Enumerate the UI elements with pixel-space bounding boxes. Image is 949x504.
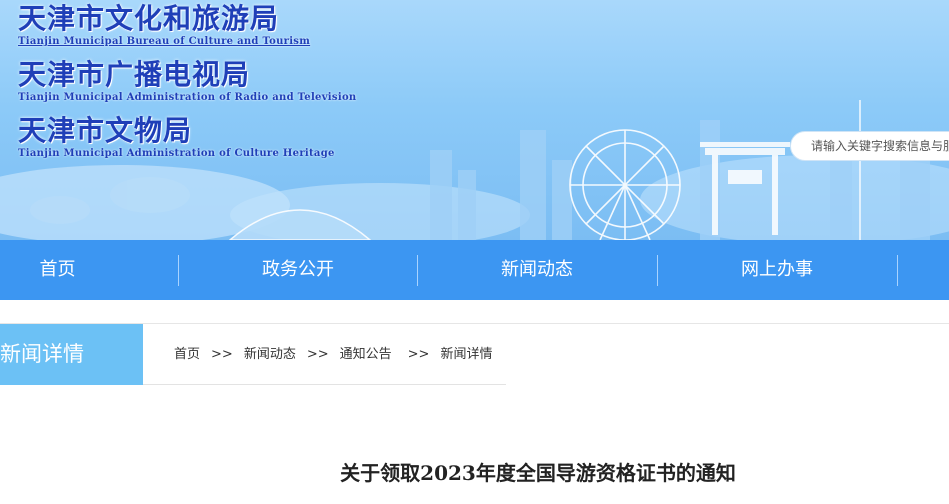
- breadcrumb-separator: >>: [306, 347, 329, 362]
- main-nav: 首页 政务公开 新闻动态 网上办事: [0, 240, 949, 300]
- site-title-group: 天津市文化和旅游局 Tianjin Municipal Bureau of Cu…: [18, 2, 356, 170]
- header-banner: 天津市文化和旅游局 Tianjin Municipal Bureau of Cu…: [0, 0, 949, 240]
- breadcrumb: 首页 >> 新闻动态 >> 通知公告 >> 新闻详情: [174, 324, 492, 385]
- breadcrumb-underline: [143, 384, 506, 385]
- breadcrumb-current: 新闻详情: [440, 347, 493, 362]
- breadcrumb-home[interactable]: 首页: [174, 324, 200, 385]
- nav-item-gov-affairs[interactable]: 政务公开: [178, 240, 418, 300]
- nav-item-online-services[interactable]: 网上办事: [657, 240, 897, 300]
- site-title-radio-tv: 天津市广播电视局: [18, 58, 251, 91]
- nav-item-news[interactable]: 新闻动态: [417, 240, 657, 300]
- breadcrumb-separator: >>: [407, 347, 430, 362]
- site-title-heritage: 天津市文物局: [18, 114, 193, 147]
- site-subtitle-heritage: Tianjin Municipal Administration of Cult…: [18, 148, 335, 159]
- nav-item-home[interactable]: 首页: [0, 240, 115, 300]
- article-title: 关于领取2023年度全国导游资格证书的通知: [340, 461, 736, 485]
- search-input[interactable]: [811, 139, 949, 153]
- nav-divider: [897, 255, 898, 286]
- site-subtitle-radio-tv: Tianjin Municipal Administration of Radi…: [18, 92, 357, 103]
- breadcrumb-notices[interactable]: 通知公告: [340, 324, 392, 385]
- section-header: 新闻详情 首页 >> 新闻动态 >> 通知公告 >> 新闻详情: [0, 323, 949, 385]
- section-label: 新闻详情: [0, 324, 143, 385]
- site-title-culture-tourism: 天津市文化和旅游局: [18, 2, 280, 35]
- breadcrumb-news[interactable]: 新闻动态: [244, 324, 296, 385]
- site-subtitle-culture-tourism: Tianjin Municipal Bureau of Culture and …: [18, 36, 311, 47]
- breadcrumb-separator: >>: [211, 347, 233, 362]
- search-box[interactable]: [790, 131, 949, 161]
